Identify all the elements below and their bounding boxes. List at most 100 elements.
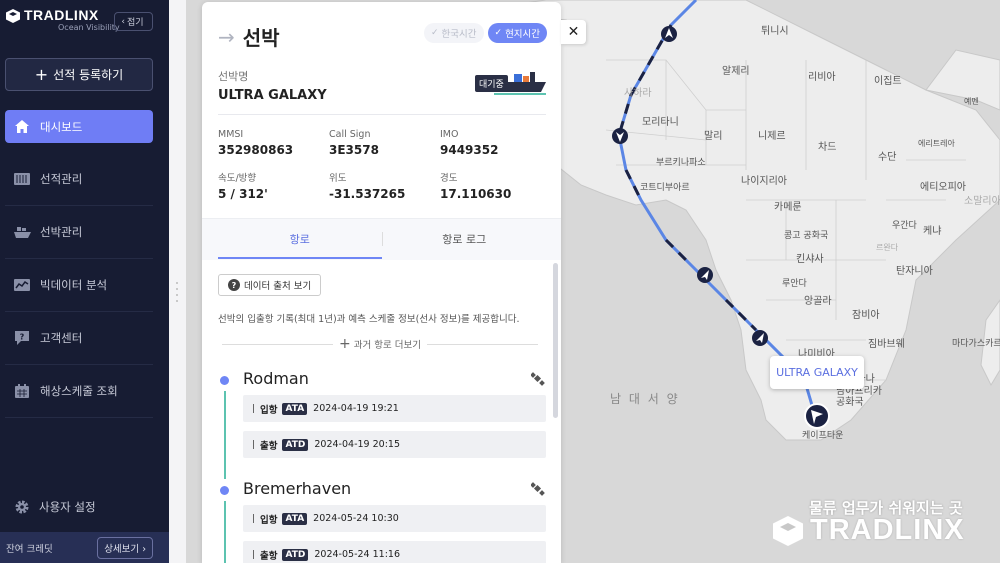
sidebar-item-schedule[interactable]: 해상스케줄 조회: [5, 365, 153, 418]
imo-label: IMO: [440, 129, 459, 140]
longitude-value: 17.110630: [440, 187, 512, 201]
event-time: 2024-04-19 20:15: [314, 439, 400, 450]
sidebar-item-settings[interactable]: 사용자 설정: [13, 499, 96, 515]
tab-route[interactable]: 항로: [218, 219, 382, 259]
map-label: 부르키나파소: [656, 158, 706, 168]
event-row: 입항 ATA 2024-04-19 19:21: [243, 395, 546, 422]
local-time-button[interactable]: ✓ 현지시간: [487, 23, 548, 43]
sidebar-item-support[interactable]: ? 고객센터: [5, 312, 153, 365]
satellite-icon: [531, 372, 545, 386]
sidebar-item-vessels[interactable]: 선박관리: [5, 206, 153, 259]
korea-time-label: 한국시간: [441, 29, 477, 40]
more-past-route-button[interactable]: + 과거 항로 더보기: [222, 336, 538, 352]
timeline-line: [224, 501, 226, 563]
tabs-area: 항로 항로 로그 ? 데이터 출처 보기 선박의 입출항 기록(최대 1년)과 …: [202, 218, 561, 563]
map-label: 말리: [704, 131, 723, 142]
callsign-value: 3E3578: [329, 143, 379, 157]
credit-bar: 잔여 크레딧 상세보기 ›: [0, 532, 169, 563]
route-content: ? 데이터 출처 보기 선박의 입출항 기록(최대 1년)과 예측 스케줄 정보…: [202, 260, 561, 563]
collapse-sidebar-button[interactable]: ‹ 접기: [114, 12, 153, 31]
map-label: 케이프타운: [802, 431, 844, 441]
event-tag: ATA: [282, 512, 308, 525]
ocean-label: 남 대 서 양: [610, 392, 680, 406]
event-bar: [253, 404, 254, 413]
home-icon: [13, 120, 31, 134]
calendar-icon: [13, 384, 31, 398]
imo-value: 9449352: [440, 143, 499, 157]
logo[interactable]: TRADLINX Ocean Visibility: [6, 8, 120, 33]
speed-label: 속도/방향: [218, 173, 257, 184]
status-badge: 대기중: [475, 75, 508, 92]
divider: [218, 114, 546, 115]
event-row: 출항 ATD 2024-05-24 11:16: [243, 541, 546, 563]
port-name: Bremerhaven: [243, 479, 352, 498]
mmsi-label: MMSI: [218, 129, 244, 140]
scrollbar[interactable]: [553, 263, 558, 418]
ship-icon: [13, 225, 31, 239]
logo-name: TRADLINX: [24, 7, 99, 23]
panel-title: 선박: [242, 26, 280, 50]
credit-label: 잔여 크레딧: [6, 543, 53, 555]
chevron-right-icon: ›: [142, 543, 146, 555]
question-icon: ?: [228, 279, 240, 291]
resize-handle-icon[interactable]: [175, 280, 179, 304]
tab-route-log[interactable]: 항로 로그: [383, 219, 547, 259]
event-label: 입항: [260, 514, 278, 526]
port-item: Rodman 입항 ATA 2024-04-19 19:21 출항 ATD 20…: [218, 369, 548, 479]
sidebar-item-label: 해상스케줄 조회: [40, 384, 118, 398]
chart-icon: [13, 278, 31, 292]
vessel-info-grid: MMSI 352980863 Call Sign 3E3578 IMO 9449352…: [218, 129, 548, 201]
map-label: 짐바브웨: [868, 339, 905, 350]
map-label: 차드: [818, 142, 837, 153]
local-time-label: 현지시간: [505, 29, 541, 40]
korea-time-button[interactable]: ✓ 한국시간: [424, 23, 484, 43]
port-name: Rodman: [243, 369, 309, 388]
register-shipment-button[interactable]: + 선적 등록하기: [5, 58, 153, 91]
map-label: 사하라: [624, 88, 652, 99]
event-bar: [253, 550, 254, 559]
close-icon: ✕: [567, 24, 580, 40]
event-row: 입항 ATA 2024-05-24 10:30: [243, 505, 546, 532]
map-label: 에리트레아: [918, 139, 955, 148]
port-dot: [220, 376, 229, 385]
container-icon: [13, 172, 31, 186]
sidebar-item-dashboard[interactable]: 대시보드: [5, 110, 153, 143]
sidebar-item-label: 대시보드: [40, 119, 83, 134]
satellite-icon: [531, 482, 545, 496]
map-label: 리비아: [808, 72, 836, 83]
current-vessel-marker[interactable]: [804, 403, 830, 429]
credit-detail-button[interactable]: 상세보기 ›: [97, 536, 153, 559]
event-bar: [253, 440, 254, 449]
map-label: 니제르: [758, 131, 786, 142]
sidebar-item-bigdata[interactable]: 빅데이터 분석: [5, 259, 153, 312]
vessel-tooltip[interactable]: ULTRA GALAXY: [770, 356, 864, 389]
data-source-button[interactable]: ? 데이터 출처 보기: [218, 274, 322, 296]
event-time: 2024-05-24 11:16: [314, 549, 400, 560]
map-label: 앙골라: [804, 296, 832, 307]
close-panel-button[interactable]: ✕: [561, 20, 586, 44]
register-label: 선적 등록하기: [53, 68, 124, 82]
port-item: Bremerhaven 입항 ATA 2024-05-24 10:30 출항 A…: [218, 479, 548, 563]
map-label: 모리타니: [642, 117, 679, 128]
event-tag: ATD: [282, 438, 309, 451]
map-label: 킨샤사: [796, 254, 824, 265]
divider: [426, 343, 538, 345]
event-time: 2024-05-24 10:30: [313, 513, 399, 524]
more-past-label: 과거 항로 더보기: [353, 340, 421, 351]
latitude-value: -31.537265: [329, 187, 406, 201]
map-label: 코트디부아르: [640, 183, 690, 193]
ship-name-label: 선박명: [218, 70, 249, 83]
map-label: 나이지리아: [741, 176, 787, 187]
event-label: 출항: [260, 440, 278, 452]
map-label: 알제리: [722, 66, 750, 77]
port-dot: [220, 486, 229, 495]
map-label: 수단: [878, 152, 897, 163]
callsign-label: Call Sign: [329, 129, 371, 140]
speed-value: 5 / 312': [218, 187, 268, 201]
watermark-logo-text: TRADLINX: [810, 514, 965, 546]
arrow-right-icon: →: [218, 24, 235, 49]
sidebar-item-label: 빅데이터 분석: [40, 278, 108, 292]
logo-subtitle: Ocean Visibility: [58, 23, 120, 32]
event-tag: ATA: [282, 402, 308, 415]
sidebar-item-shipments[interactable]: 선적관리: [5, 153, 153, 206]
